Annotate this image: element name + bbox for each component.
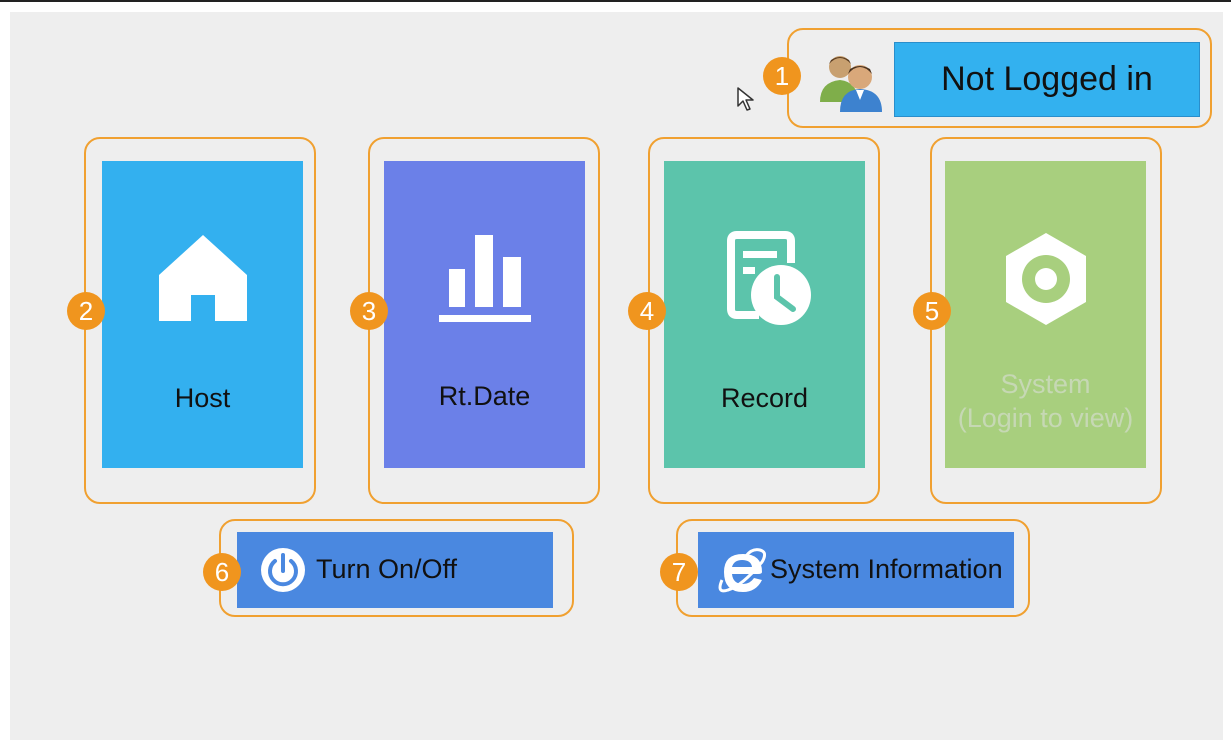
- login-status-button[interactable]: Not Logged in: [894, 42, 1200, 117]
- rt-date-tile[interactable]: Rt.Date: [384, 161, 585, 468]
- callout-badge-2: 2: [67, 292, 105, 330]
- power-icon: [261, 548, 305, 592]
- host-tile[interactable]: Host: [102, 161, 303, 468]
- bar-chart-icon: [438, 235, 531, 322]
- internet-explorer-icon: [718, 548, 766, 593]
- turn-on-off-label: Turn On/Off: [316, 554, 458, 584]
- record-tile[interactable]: Record: [664, 161, 865, 468]
- system-tile-label: System (Login to view): [945, 367, 1146, 435]
- home-icon: [158, 235, 247, 321]
- callout-badge-7: 7: [660, 553, 698, 591]
- system-tile[interactable]: System (Login to view): [945, 161, 1146, 468]
- gear-icon: [1005, 233, 1086, 325]
- callout-badge-5: 5: [913, 292, 951, 330]
- system-tile-label-line1: System: [1000, 369, 1091, 399]
- callout-badge-4: 4: [628, 292, 666, 330]
- callout-badge-1: 1: [763, 57, 801, 95]
- system-information-label: System Information: [770, 554, 1003, 584]
- mouse-cursor-icon: [737, 87, 754, 111]
- callout-badge-6: 6: [203, 553, 241, 591]
- rt-date-tile-label: Rt.Date: [438, 381, 531, 411]
- record-clock-icon: [726, 231, 811, 325]
- callout-badge-3: 3: [350, 292, 388, 330]
- system-information-button[interactable]: System Information: [698, 532, 1014, 608]
- record-tile-label: Record: [720, 383, 809, 413]
- turn-on-off-button[interactable]: Turn On/Off: [237, 532, 553, 608]
- users-icon: [820, 56, 882, 112]
- top-border: [0, 0, 1231, 2]
- host-tile-label: Host: [174, 383, 231, 413]
- system-tile-label-line2: (Login to view): [957, 403, 1134, 433]
